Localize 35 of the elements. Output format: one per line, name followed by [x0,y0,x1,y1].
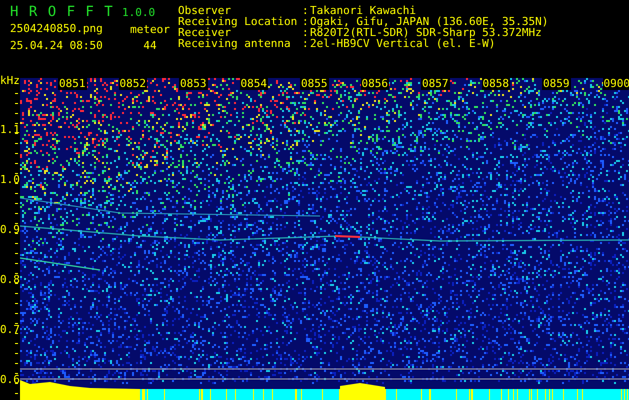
info-separator: : [302,38,310,49]
info-label: Receiver [178,27,231,38]
time-label: 0856 [360,78,389,90]
info-value: 2el-HB9CV Vertical (el. E-W) [310,38,496,49]
info-label: Observer [178,5,231,16]
info-value: Ogaki, Gifu, JAPAN (136.60E, 35.35N) [310,16,548,27]
info-label: Receiving antenna [178,38,292,49]
axis-label: 0.8 [0,274,20,286]
time-label: 0855 [300,78,328,90]
time-label: 0854 [240,78,268,90]
time-label: 0853 [179,78,208,90]
counter-value: 44 [142,38,158,52]
time-label: 0859 [542,78,570,90]
time-label: 0851 [58,78,86,90]
time-label: 0852 [118,78,147,90]
axis-label: 0.7 [0,324,20,336]
info-separator: : [302,27,310,38]
info-value: Takanori Kawachi [310,5,417,16]
app-title: H R O F F T [10,4,115,20]
axis-label: 1.0 [0,174,20,186]
axis-label: 1.1 [0,124,20,136]
counter-label: meteor [129,23,171,36]
file-name: 2504240850.png [10,22,104,34]
info-separator: : [302,5,310,16]
time-label: 0858 [482,78,510,90]
timestamp: 25.04.24 08:50 [10,38,104,52]
info-label: Receiving Location [178,16,298,27]
axis-unit: kHz [0,75,20,87]
info-separator: : [302,16,310,27]
axis-label: 0.9 [0,224,20,236]
axis-label: 0.6 [0,374,20,386]
app-version: 1.0.0 [122,6,156,18]
time-label: 0900 [602,78,629,90]
time-label: 0857 [421,78,450,90]
info-value: R820T2(RTL-SDR) SDR-Sharp 53.372MHz [310,27,542,38]
